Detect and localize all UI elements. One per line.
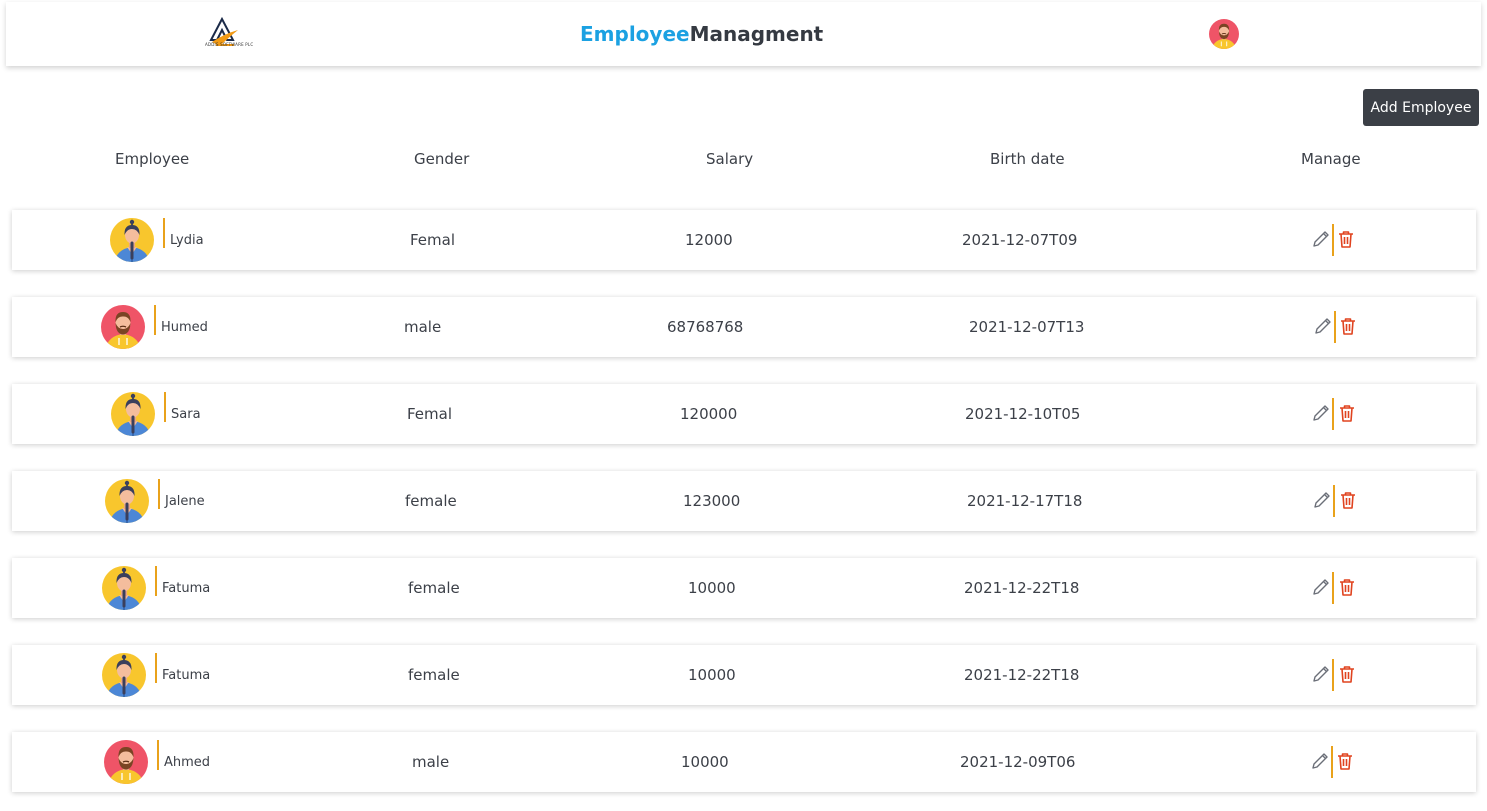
column-header-employee: Employee bbox=[115, 150, 190, 168]
salary-cell: 10000 bbox=[688, 666, 736, 684]
divider bbox=[157, 740, 159, 770]
divider bbox=[1331, 746, 1333, 778]
divider bbox=[158, 479, 160, 509]
divider bbox=[1334, 311, 1336, 343]
male-avatar-icon bbox=[104, 740, 148, 784]
divider bbox=[155, 566, 157, 596]
female-avatar-icon bbox=[110, 218, 154, 262]
divider bbox=[1332, 659, 1334, 691]
male-avatar-icon bbox=[101, 305, 145, 349]
salary-cell: 68768768 bbox=[667, 318, 744, 336]
table-row: Sara Femal 120000 2021-12-10T05 bbox=[12, 384, 1476, 444]
app-title: EmployeeManagment bbox=[580, 22, 823, 46]
column-header-gender: Gender bbox=[414, 150, 470, 168]
logo-caption: ADDIS SOFTWARE PLC bbox=[205, 42, 254, 47]
trash-icon[interactable] bbox=[1339, 490, 1357, 510]
table-row: Fatuma female 10000 2021-12-22T18 bbox=[12, 558, 1476, 618]
gender-cell: male bbox=[412, 753, 450, 771]
table-row: Lydia Femal 12000 2021-12-07T09 bbox=[12, 210, 1476, 270]
birth-date-cell: 2021-12-10T05 bbox=[965, 405, 1081, 423]
trash-icon[interactable] bbox=[1336, 751, 1354, 771]
female-avatar-icon bbox=[105, 479, 149, 523]
pencil-icon[interactable] bbox=[1311, 403, 1331, 423]
divider bbox=[155, 653, 157, 683]
divider bbox=[1332, 224, 1334, 256]
salary-cell: 12000 bbox=[685, 231, 733, 249]
female-avatar-icon bbox=[102, 566, 146, 610]
female-avatar-icon bbox=[111, 392, 155, 436]
divider bbox=[163, 218, 165, 248]
table-row: Humed male 68768768 2021-12-07T13 bbox=[12, 297, 1476, 357]
trash-icon[interactable] bbox=[1337, 229, 1355, 249]
salary-cell: 120000 bbox=[680, 405, 738, 423]
pencil-icon[interactable] bbox=[1313, 316, 1333, 336]
employee-name: Fatuma bbox=[162, 668, 211, 683]
employee-name: Fatuma bbox=[162, 581, 211, 596]
divider bbox=[1332, 572, 1334, 604]
female-avatar-icon bbox=[102, 653, 146, 697]
column-header-manage: Manage bbox=[1301, 150, 1361, 168]
trash-icon[interactable] bbox=[1338, 403, 1356, 423]
divider bbox=[1333, 485, 1335, 517]
trash-icon[interactable] bbox=[1339, 316, 1357, 336]
divider bbox=[154, 305, 156, 335]
add-employee-button[interactable]: Add Employee bbox=[1363, 89, 1479, 126]
table-row: Fatuma female 10000 2021-12-22T18 bbox=[12, 645, 1476, 705]
salary-cell: 123000 bbox=[683, 492, 741, 510]
gender-cell: female bbox=[405, 492, 457, 510]
pencil-icon[interactable] bbox=[1312, 490, 1332, 510]
employee-name: Sara bbox=[171, 407, 201, 422]
trash-icon[interactable] bbox=[1338, 664, 1356, 684]
pencil-icon[interactable] bbox=[1311, 577, 1331, 597]
birth-date-cell: 2021-12-17T18 bbox=[967, 492, 1083, 510]
gender-cell: female bbox=[408, 579, 460, 597]
birth-date-cell: 2021-12-22T18 bbox=[964, 666, 1080, 684]
birth-date-cell: 2021-12-09T06 bbox=[960, 753, 1076, 771]
employee-name: Lydia bbox=[170, 233, 204, 248]
gender-cell: male bbox=[404, 318, 442, 336]
salary-cell: 10000 bbox=[688, 579, 736, 597]
top-navbar: ADDIS SOFTWARE PLC EmployeeManagment bbox=[6, 2, 1481, 66]
pencil-icon[interactable] bbox=[1311, 664, 1331, 684]
birth-date-cell: 2021-12-07T09 bbox=[962, 231, 1078, 249]
salary-cell: 10000 bbox=[681, 753, 729, 771]
gender-cell: Femal bbox=[410, 231, 456, 249]
table-row: Jalene female 123000 2021-12-17T18 bbox=[12, 471, 1476, 531]
employee-name: Humed bbox=[161, 320, 208, 335]
pencil-icon[interactable] bbox=[1310, 751, 1330, 771]
gender-cell: Femal bbox=[407, 405, 453, 423]
divider bbox=[1332, 398, 1334, 430]
app-title-part1: Employee bbox=[580, 22, 690, 46]
gender-cell: female bbox=[408, 666, 460, 684]
app-title-part2: Managment bbox=[689, 22, 824, 46]
birth-date-cell: 2021-12-22T18 bbox=[964, 579, 1080, 597]
pencil-icon[interactable] bbox=[1311, 229, 1331, 249]
column-header-birth-date: Birth date bbox=[990, 150, 1065, 168]
birth-date-cell: 2021-12-07T13 bbox=[969, 318, 1085, 336]
employee-name: Jalene bbox=[165, 494, 205, 509]
user-avatar-icon[interactable] bbox=[1209, 19, 1239, 49]
divider bbox=[164, 392, 166, 422]
column-header-salary: Salary bbox=[706, 150, 754, 168]
table-row: Ahmed male 10000 2021-12-09T06 bbox=[12, 732, 1476, 792]
trash-icon[interactable] bbox=[1338, 577, 1356, 597]
employee-name: Ahmed bbox=[164, 755, 211, 770]
